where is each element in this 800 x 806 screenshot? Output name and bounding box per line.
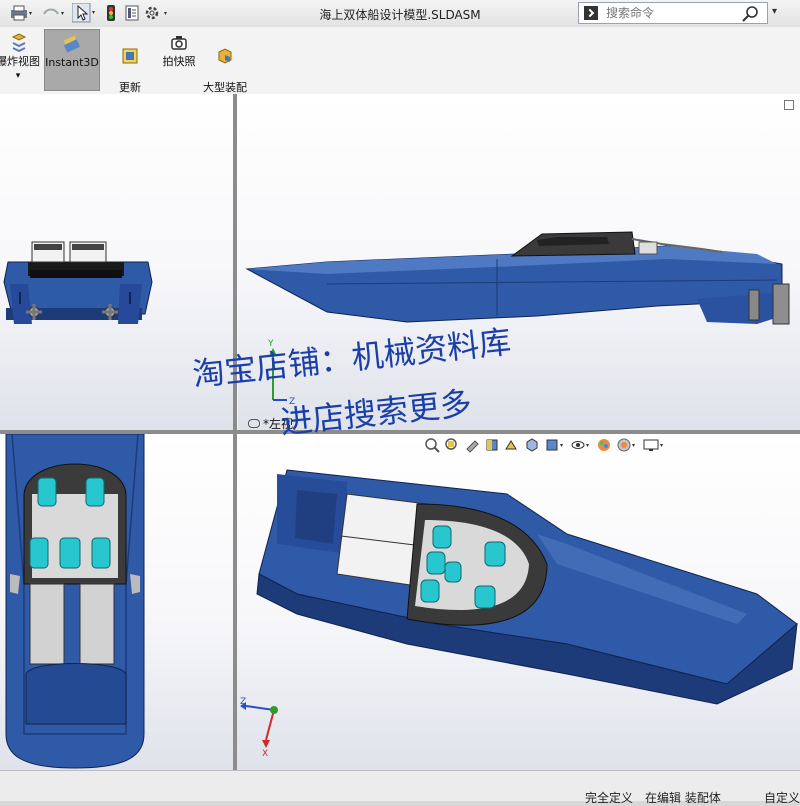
search-input[interactable]: [604, 5, 738, 21]
window-title: 海上双体船设计模型.SLDASM: [319, 8, 481, 22]
triad-x-label-iso: X: [262, 749, 268, 758]
view-settings-icon[interactable]: [642, 437, 666, 456]
print-icon: [11, 5, 32, 21]
zoom-to-area-icon[interactable]: [444, 437, 460, 456]
traffic-light-button[interactable]: [104, 4, 118, 22]
speedpak-icon: [122, 48, 138, 64]
options-button[interactable]: [144, 4, 172, 22]
rebuild-icon: [107, 5, 115, 21]
take-snapshot-button[interactable]: 拍快照: [160, 29, 198, 91]
previous-view-icon[interactable]: [464, 437, 480, 456]
viewport-maximize-icon[interactable]: [784, 100, 794, 110]
dynamic-annotation-icon[interactable]: [504, 437, 520, 456]
view-link-icon: [248, 419, 260, 428]
command-prompt-icon: [584, 6, 598, 20]
cursor-icon: [72, 3, 95, 23]
file-properties-button[interactable]: [124, 4, 140, 22]
explode-view-icon: [11, 33, 27, 53]
zoom-to-fit-icon[interactable]: [424, 437, 440, 456]
command-ribbon: 爆炸视图 ▾ Instant3D 更新 Speedpak 拍快照 大型装配 体模…: [0, 27, 800, 107]
print-button[interactable]: [8, 4, 34, 22]
boat-isometric-view: [256, 469, 798, 705]
search-dropdown-icon[interactable]: ▾: [772, 6, 777, 17]
apply-scene-icon[interactable]: [616, 437, 638, 456]
gear-icon: [145, 6, 167, 20]
viewport-top-view[interactable]: [0, 434, 233, 770]
status-units[interactable]: 自定义: [764, 789, 800, 806]
camera-icon: [171, 36, 187, 50]
large-assembly-icon: [218, 48, 232, 64]
search-icon[interactable]: [741, 5, 761, 23]
explode-view-button[interactable]: 爆炸视图 ▾: [0, 29, 42, 91]
status-bar: 完全定义 在编辑 装配体 自定义: [0, 770, 800, 805]
display-style-icon[interactable]: [544, 437, 566, 456]
undo-icon: [43, 8, 64, 15]
properties-icon: [125, 5, 139, 21]
heads-up-view-toolbar: [424, 437, 666, 455]
instant3d-icon: [63, 35, 81, 53]
take-snapshot-label: 拍快照: [162, 55, 196, 68]
instant3d-label: Instant3D: [45, 56, 99, 69]
section-view-icon[interactable]: [484, 437, 500, 456]
triad-isometric: Z X: [240, 697, 278, 758]
explode-view-label: 爆炸视图: [0, 55, 40, 68]
status-definition: 完全定义: [585, 791, 634, 805]
title-bar: 海上双体船设计模型.SLDASM ▾: [0, 0, 800, 28]
edit-appearance-icon[interactable]: [596, 437, 612, 456]
select-button[interactable]: [72, 3, 96, 23]
undo-button[interactable]: [40, 4, 66, 22]
status-editing: 在编辑 装配体: [645, 791, 721, 805]
instant3d-button[interactable]: Instant3D: [44, 29, 100, 91]
view-orientation-icon[interactable]: [524, 437, 540, 456]
boat-top-view: [5, 434, 145, 769]
speedpak-button[interactable]: 更新 Speedpak: [104, 29, 159, 107]
large-assembly-mode-button[interactable]: 大型装配 体模式: [200, 29, 250, 107]
viewport-isometric[interactable]: [237, 434, 800, 770]
command-search[interactable]: [578, 2, 768, 24]
chevron-down-icon[interactable]: ▾: [16, 71, 21, 81]
hide-show-items-icon[interactable]: [570, 437, 592, 456]
triad-z-label-iso: Z: [240, 697, 246, 707]
